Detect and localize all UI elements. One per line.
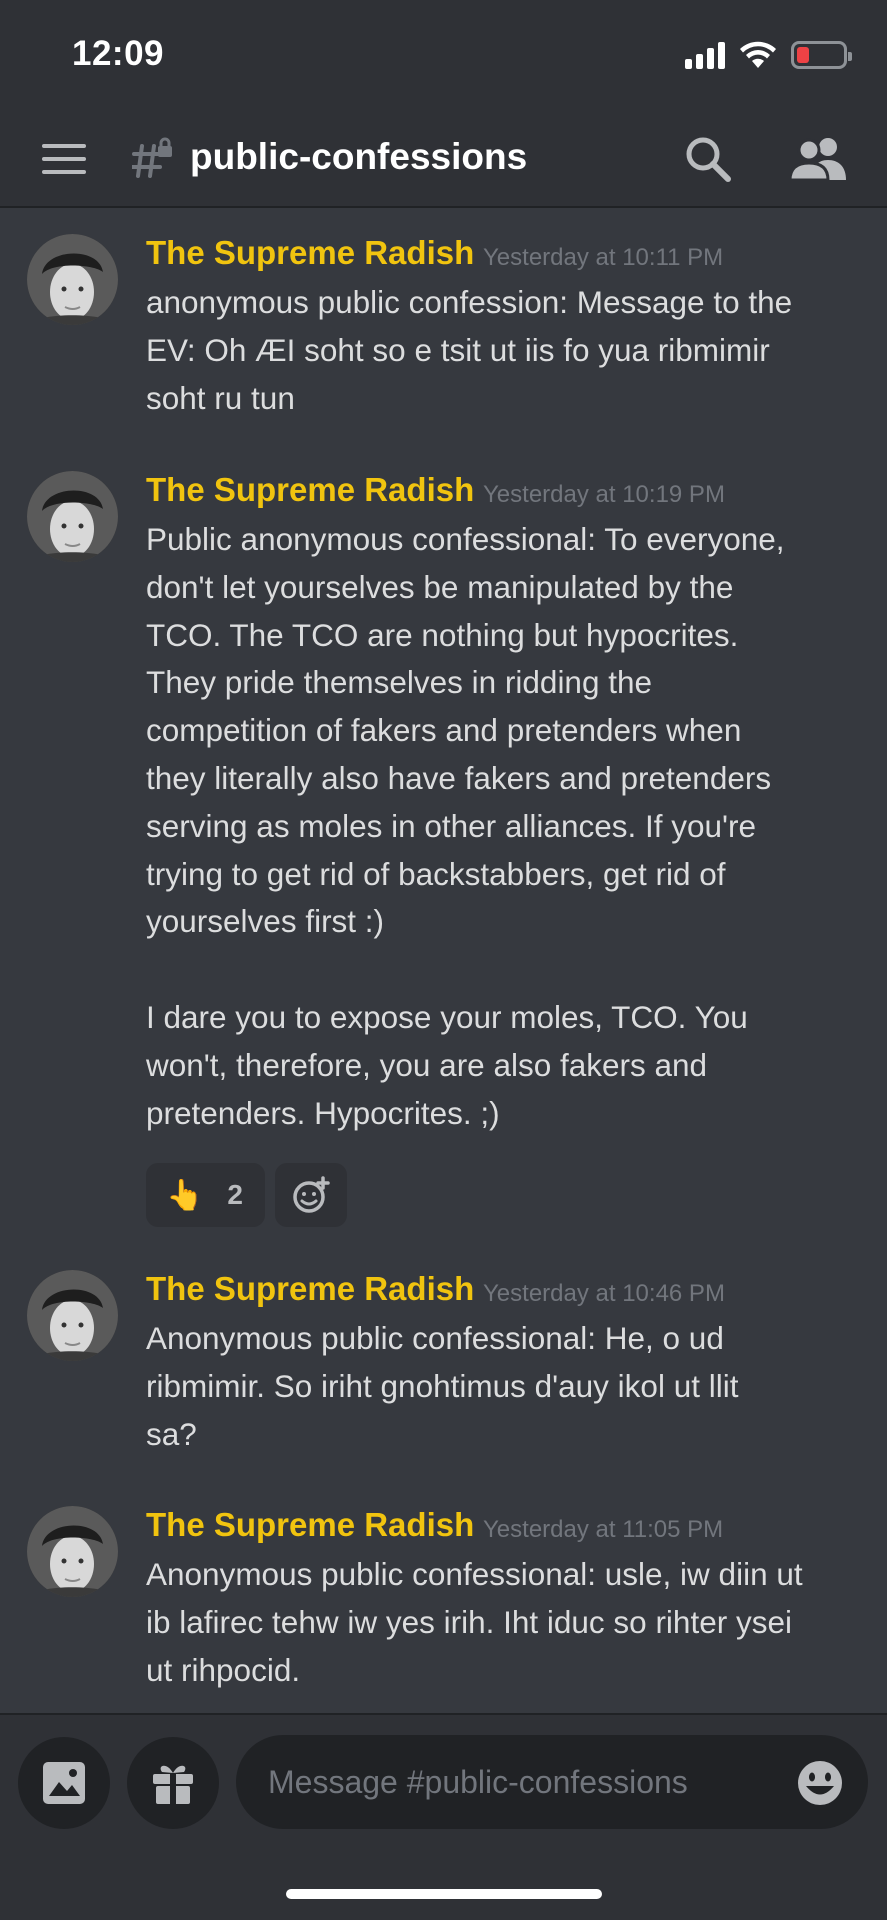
message-list[interactable]: The Supreme Radish Yesterday at 10:11 PM…: [0, 210, 887, 1713]
home-indicator[interactable]: [286, 1889, 602, 1899]
message-author[interactable]: The Supreme Radish: [146, 1506, 474, 1544]
message-timestamp: Yesterday at 10:46 PM: [483, 1280, 725, 1307]
signal-icon: [685, 41, 725, 69]
add-reaction-icon: [293, 1176, 330, 1213]
status-bar: 12:09: [0, 0, 887, 110]
pointing-up-emoji-icon: 👆: [166, 1178, 204, 1212]
image-icon: [43, 1762, 85, 1804]
status-time: 12:09: [72, 34, 165, 73]
message-author[interactable]: The Supreme Radish: [146, 471, 474, 509]
channel-header: public-confessions: [0, 110, 887, 208]
message-author[interactable]: The Supreme Radish: [146, 1270, 474, 1308]
channel-title: public-confessions: [190, 136, 528, 177]
message[interactable]: The Supreme Radish Yesterday at 10:11 PM…: [0, 234, 887, 434]
message-text: Public anonymous confessional: To everyo…: [146, 521, 785, 1131]
avatar[interactable]: [27, 234, 118, 325]
message-text: anonymous public confession: Message to …: [146, 284, 793, 416]
avatar[interactable]: [27, 1506, 118, 1597]
add-reaction-button[interactable]: [274, 1163, 347, 1227]
wifi-icon: [740, 41, 776, 68]
reaction-bar: 👆 2: [146, 1163, 347, 1227]
message[interactable]: The Supreme Radish Yesterday at 10:46 PM…: [0, 1270, 887, 1470]
message[interactable]: The Supreme Radish Yesterday at 10:19 PM…: [0, 471, 887, 1231]
gift-button[interactable]: [127, 1737, 219, 1829]
message[interactable]: The Supreme Radish Yesterday at 11:05 PM…: [0, 1506, 887, 1706]
discord-app: 12:09 public-confessions The Supreme Rad…: [0, 0, 887, 1920]
message-text: Anonymous public confessional: usle, iw …: [146, 1556, 803, 1688]
message-input[interactable]: [236, 1735, 868, 1829]
message-author[interactable]: The Supreme Radish: [146, 234, 474, 272]
locked-hash-icon: [132, 137, 172, 178]
search-icon[interactable]: [684, 135, 732, 183]
avatar[interactable]: [27, 471, 118, 562]
message-timestamp: Yesterday at 10:19 PM: [483, 481, 725, 508]
status-icons: [685, 40, 852, 70]
upload-image-button[interactable]: [18, 1737, 110, 1829]
reaction-pointing-up[interactable]: 👆 2: [146, 1163, 265, 1227]
battery-level: [797, 47, 809, 63]
message-timestamp: Yesterday at 11:05 PM: [483, 1516, 724, 1543]
avatar[interactable]: [27, 1270, 118, 1361]
gift-icon: [153, 1765, 193, 1804]
reaction-count: 2: [227, 1179, 243, 1210]
battery-icon: [791, 41, 852, 69]
message-timestamp: Yesterday at 10:11 PM: [483, 244, 724, 271]
message-text: Anonymous public confessional: He, o ud …: [146, 1320, 739, 1452]
menu-icon[interactable]: [42, 144, 86, 174]
members-icon[interactable]: [790, 136, 848, 182]
emoji-icon[interactable]: [796, 1759, 844, 1807]
